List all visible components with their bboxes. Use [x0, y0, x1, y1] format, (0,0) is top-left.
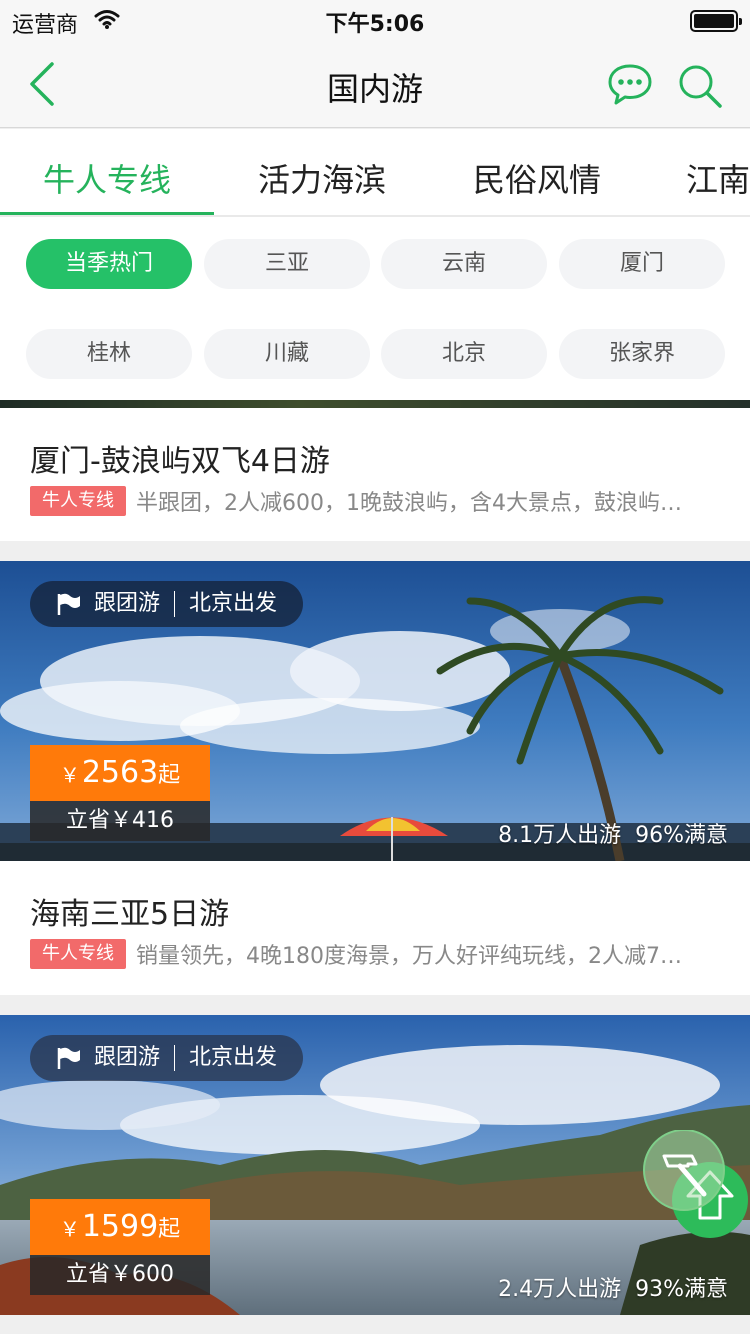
- departure-city: 北京出发: [189, 591, 278, 616]
- satisfaction-rate: 96%满意: [635, 823, 728, 848]
- tour-stats: 2.4万人出游 93%满意: [498, 1271, 728, 1303]
- chip-xiamen[interactable]: 厦门: [559, 239, 725, 289]
- destination-filter: 当季热门 三亚 云南 厦门 桂林 川藏 北京 张家界: [0, 217, 750, 400]
- card-image-partial: [0, 400, 750, 408]
- chip-seasonal-hot[interactable]: 当季热门: [26, 239, 192, 289]
- tour-stats: 8.1万人出游 96%满意: [498, 817, 728, 849]
- savings-label: 立省￥416: [30, 801, 210, 841]
- tab-beach[interactable]: 活力海滨: [258, 155, 386, 201]
- card-tagline: 牛人专线 半跟团，2人减600，1晚鼓浪屿，含4大景点，鼓浪屿…: [30, 485, 682, 516]
- card-title: 厦门-鼓浪屿双飞4日游: [30, 444, 330, 479]
- price-value: 1599: [81, 1209, 159, 1244]
- route-tag: 牛人专线: [30, 486, 126, 516]
- status-time: 下午5:06: [325, 12, 425, 37]
- tour-card-sanya-image[interactable]: 跟团游 北京出发 ￥2563起 立省￥416 8.1万人出游 96%满意: [0, 561, 750, 861]
- price-badge: ￥2563起: [30, 745, 210, 801]
- route-tag: 牛人专线: [30, 939, 126, 969]
- satisfaction-rate: 93%满意: [635, 1277, 728, 1302]
- tour-type: 跟团游: [94, 591, 161, 616]
- floating-action-buttons[interactable]: [642, 1130, 750, 1240]
- tour-type-badge: 跟团游 北京出发: [30, 1035, 304, 1081]
- travelers-count: 2.4万人出游: [498, 1277, 622, 1302]
- flag-icon: [57, 1047, 80, 1069]
- card-title: 海南三亚5日游: [30, 897, 230, 932]
- tour-type-badge: 跟团游 北京出发: [30, 581, 304, 627]
- tour-card-lake-image[interactable]: 跟团游 北京出发 ￥1599起 立省￥600 2.4万人出游 93%满意: [0, 1015, 750, 1315]
- tab-folk[interactable]: 民俗风情: [473, 155, 601, 201]
- chip-chuanzang[interactable]: 川藏: [204, 329, 370, 379]
- tour-type: 跟团游: [94, 1045, 161, 1070]
- category-tabs: 牛人专线 活力海滨 民俗风情 江南: [0, 129, 750, 217]
- chip-zhangjiajie[interactable]: 张家界: [559, 329, 725, 379]
- chip-sanya[interactable]: 三亚: [204, 239, 370, 289]
- battery-icon: [690, 10, 742, 32]
- tour-card-xiamen[interactable]: 厦门-鼓浪屿双飞4日游 牛人专线 半跟团，2人减600，1晚鼓浪屿，含4大景点，鼓…: [0, 408, 750, 541]
- price-badge: ￥1599起: [30, 1199, 210, 1255]
- chip-yunnan[interactable]: 云南: [381, 239, 547, 289]
- chip-guilin[interactable]: 桂林: [26, 329, 192, 379]
- page: 运营商 下午5:06 国内游 牛人专线 活力海滨 民俗风情 江南 当季热门 三亚…: [0, 0, 750, 1334]
- nav-bar: 国内游: [0, 40, 750, 128]
- chat-bubble-icon[interactable]: [606, 62, 654, 106]
- price-value: 2563: [81, 755, 159, 790]
- tab-niuren[interactable]: 牛人专线: [43, 155, 171, 201]
- tour-card-sanya[interactable]: 海南三亚5日游 牛人专线 销量领先，4晚180度海景，万人好评纯玩线，2人减7…: [0, 861, 750, 995]
- card-description: 销量领先，4晚180度海景，万人好评纯玩线，2人减7…: [136, 944, 682, 969]
- travelers-count: 8.1万人出游: [498, 823, 622, 848]
- tab-jiangnan[interactable]: 江南: [686, 155, 750, 201]
- flag-icon: [57, 593, 80, 615]
- chip-beijing[interactable]: 北京: [381, 329, 547, 379]
- card-description: 半跟团，2人减600，1晚鼓浪屿，含4大景点，鼓浪屿…: [136, 491, 682, 516]
- search-icon[interactable]: [676, 62, 724, 110]
- status-bar: 运营商 下午5:06: [0, 0, 750, 40]
- departure-city: 北京出发: [189, 1045, 278, 1070]
- savings-label: 立省￥600: [30, 1255, 210, 1295]
- card-tagline: 牛人专线 销量领先，4晚180度海景，万人好评纯玩线，2人减7…: [30, 938, 682, 969]
